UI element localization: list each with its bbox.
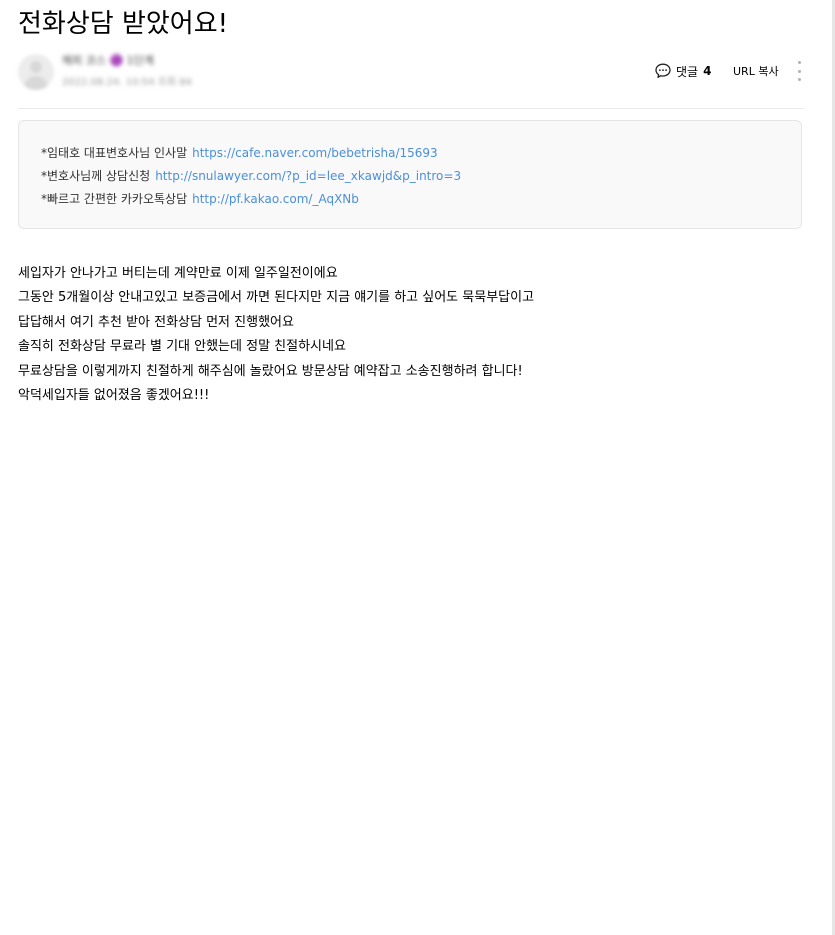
info-label: *변호사님께 상담신청 [41, 169, 151, 183]
post-page: 전화상담 받았어요! 해피 코스 🟣 1단계 2022.08.24. 10:54… [0, 0, 830, 935]
comment-button[interactable]: 댓글 4 [654, 62, 711, 80]
body-paragraph: 그동안 5개월이상 안내고있고 보증금에서 까면 된다지만 지금 얘기를 하고 … [18, 290, 535, 306]
post-body: 세입자가 안나가고 버티는데 계약만료 이제 일주일전이에요 그동안 5개월이상… [18, 262, 534, 408]
body-paragraph: 악덕세입자들 없어졌음 좋겠어요!!! [18, 387, 210, 403]
lawyer-info-box: *임태호 대표변호사님 인사말 https://cafe.naver.com/be… [18, 120, 802, 229]
url-copy-button[interactable]: URL 복사 [733, 62, 779, 80]
post-date-views: 2022.08.24. 10:54 조회 84 [62, 77, 192, 88]
post-title: 전화상담 받았어요! [18, 9, 229, 39]
body-paragraph: 무료상담을 이렇게까지 친절하게 해주심에 놀랐어요 방문상담 예약잡고 소송진… [18, 363, 523, 379]
info-line-consult-request: *변호사님께 상담신청 http://snulawyer.com/?p_id=le… [41, 165, 461, 188]
vertical-ellipsis-icon-dot [797, 78, 801, 81]
author-avatar[interactable] [18, 54, 54, 90]
vertical-ellipsis-icon-dot [797, 69, 801, 73]
comment-count: 4 [703, 64, 712, 78]
comment-label: 댓글 [676, 64, 699, 79]
vertical-ellipsis-icon [797, 61, 801, 64]
info-link[interactable]: http://pf.kakao.com/_AqXNb [192, 192, 359, 206]
author-name[interactable]: 해피 코스 🟣 1단계 [62, 54, 154, 68]
info-label: *빠르고 간편한 카카오톡상담 [41, 192, 188, 206]
info-link[interactable]: https://cafe.naver.com/bebetrisha/15693 [192, 146, 438, 160]
default-profile-icon-body [24, 76, 48, 90]
info-line-kakaotalk: *빠르고 간편한 카카오톡상담 http://pf.kakao.com/_AqXN… [41, 188, 461, 211]
body-paragraph: 세입자가 안나가고 버티는데 계약만료 이제 일주일전이에요 [18, 266, 338, 281]
body-paragraph: 답답해서 여기 추천 받아 전화상담 먼저 진행했어요 [18, 314, 294, 330]
info-line-greeting: *임태호 대표변호사님 인사말 https://cafe.naver.com/be… [41, 142, 461, 165]
info-label: *임태호 대표변호사님 인사말 [41, 146, 188, 160]
info-link[interactable]: http://snulawyer.com/?p_id=lee_xkawjd&p_… [155, 169, 461, 183]
body-paragraph: 솔직히 전화상담 무료라 별 기대 안했는데 정말 친절하시네요 [18, 339, 346, 355]
default-profile-icon-head [30, 61, 42, 73]
header-divider [18, 108, 804, 109]
more-options-button[interactable] [794, 61, 804, 81]
speech-bubble-icon [654, 62, 672, 80]
